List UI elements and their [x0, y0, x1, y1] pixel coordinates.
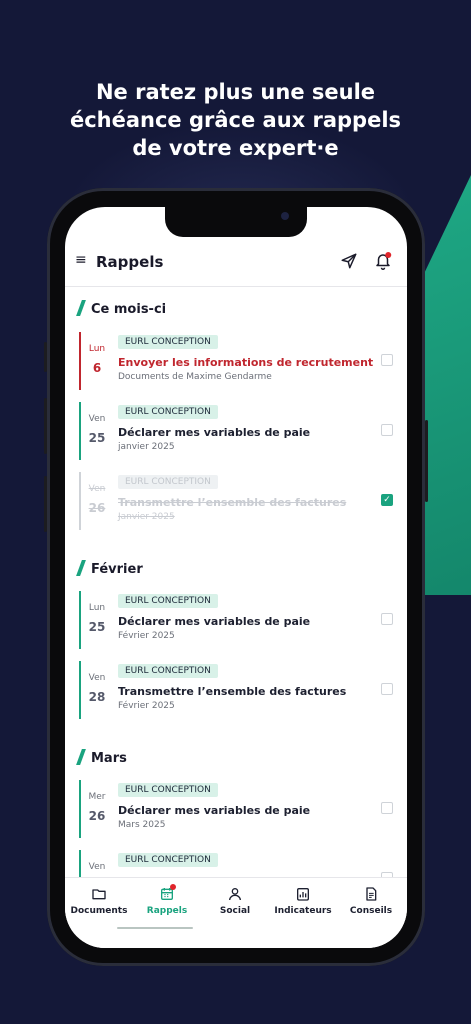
reminder-day: Ven: [88, 484, 106, 494]
reminder-date: 25: [88, 620, 106, 634]
headline-line-1: Ne ratez plus une seule: [95, 80, 376, 104]
phone-mute-button: [44, 342, 47, 372]
tab-indicateurs[interactable]: Indicateurs: [269, 886, 337, 916]
reminder-checkbox[interactable]: [381, 424, 393, 436]
company-badge: EURL CONCEPTION: [118, 853, 218, 867]
company-badge: EURL CONCEPTION: [118, 783, 218, 797]
reminder-subtitle: Janvier 2025: [118, 512, 175, 522]
reminder-checkbox[interactable]: [381, 613, 393, 625]
bottom-tab-bar: Documents Rappels Social Indicateurs Con…: [65, 877, 407, 948]
reminder-day: Lun: [88, 603, 106, 613]
app-bar: ≡ Rappels: [65, 243, 407, 287]
reminder-item[interactable]: Mer 26 EURL CONCEPTION Déclarer mes vari…: [79, 780, 401, 838]
reminder-title: Envoyer les informations de recrutement: [118, 356, 374, 369]
section-title-this-month: Ce mois-ci: [76, 300, 166, 317]
section-slash-icon: [76, 300, 86, 316]
notification-dot: [385, 252, 392, 258]
reminder-title: Déclarer mes variables de paie: [118, 615, 311, 628]
headline-line-2: échéance grâce aux rappels: [69, 108, 402, 132]
phone-notch: [165, 207, 307, 237]
reminder-day: Lun: [88, 344, 106, 354]
tab-documents[interactable]: Documents: [65, 886, 133, 916]
headline-line-3: de votre expert·e: [132, 136, 339, 160]
company-badge: EURL CONCEPTION: [118, 664, 218, 678]
promo-headline: Ne ratez plus une seule échéance grâce a…: [0, 78, 471, 162]
reminder-subtitle: Février 2025: [118, 631, 175, 641]
indicator-bar: [79, 402, 81, 460]
phone-volume-down-button: [44, 476, 47, 532]
section-title-march: Mars: [76, 749, 127, 766]
reminder-item[interactable]: Ven 25 EURL CONCEPTION Déclarer mes vari…: [79, 402, 401, 460]
reminder-title: Transmettre l’ensemble des factures: [118, 685, 347, 698]
reminder-subtitle: Février 2025: [118, 701, 175, 711]
reminder-day: Ven: [88, 414, 106, 424]
reminder-date: 26: [88, 501, 106, 515]
reminder-checkbox-checked[interactable]: ✓: [381, 494, 393, 506]
document-icon: [366, 887, 377, 901]
reminder-item[interactable]: Ven 26 EURL CONCEPTION Transmettre l’ens…: [79, 472, 401, 530]
reminder-date: 28: [88, 690, 106, 704]
company-badge: EURL CONCEPTION: [118, 475, 218, 489]
tab-label: Indicateurs: [274, 906, 332, 916]
reminder-checkbox[interactable]: [381, 683, 393, 695]
tab-label: Conseils: [349, 906, 393, 916]
reminder-item[interactable]: Lun 6 EURL CONCEPTION Envoyer les inform…: [79, 332, 401, 390]
section-slash-icon: [76, 749, 86, 765]
phone-volume-up-button: [44, 398, 47, 454]
indicator-bar: [79, 661, 81, 719]
bell-icon[interactable]: [374, 251, 392, 271]
reminder-date: 26: [88, 809, 106, 823]
camera-icon: [281, 212, 289, 220]
indicator-bar: [79, 472, 81, 530]
tab-social[interactable]: Social: [201, 886, 269, 916]
reminder-item[interactable]: Ven 28 EURL CONCEPTION Transmettre l’ens…: [79, 661, 401, 719]
reminder-subtitle: janvier 2025: [118, 442, 175, 452]
page-title: Rappels: [96, 253, 164, 271]
indicator-bar: [79, 780, 81, 838]
reminder-checkbox[interactable]: [381, 354, 393, 366]
tab-label: Rappels: [146, 906, 188, 916]
section-title-february: Février: [76, 560, 143, 577]
company-badge: EURL CONCEPTION: [118, 405, 218, 419]
reminder-title: Déclarer mes variables de paie: [118, 426, 311, 439]
tab-label: Social: [219, 906, 251, 916]
section-slash-icon: [76, 560, 86, 576]
tab-conseils[interactable]: Conseils: [337, 886, 405, 916]
urgent-indicator-bar: [79, 332, 81, 390]
reminder-day: Ven: [88, 673, 106, 683]
company-badge: EURL CONCEPTION: [118, 335, 218, 349]
company-badge: EURL CONCEPTION: [118, 594, 218, 608]
reminder-subtitle: Mars 2025: [118, 820, 166, 830]
reminder-day: Mer: [88, 792, 106, 802]
reminder-title: Déclarer mes variables de paie: [118, 804, 311, 817]
tab-rappels[interactable]: Rappels: [133, 884, 201, 916]
reminder-day: Ven: [88, 862, 106, 872]
tab-label: Documents: [70, 906, 128, 916]
reminder-title: Transmettre l’ensemble des factures: [118, 496, 347, 509]
active-tab-indicator: [117, 927, 193, 929]
phone-power-button: [425, 420, 428, 502]
reminders-list[interactable]: Ce mois-ci Lun 6 EURL CONCEPTION Envoyer…: [65, 287, 407, 908]
phone-screen: ≡ Rappels Ce mois-ci Lun 6 EURL CONCEPTI…: [65, 207, 407, 948]
indicator-bar: [79, 591, 81, 649]
reminder-item[interactable]: Lun 25 EURL CONCEPTION Déclarer mes vari…: [79, 591, 401, 649]
chart-icon: [297, 888, 309, 901]
send-icon[interactable]: [340, 252, 358, 270]
reminder-date: 25: [88, 431, 106, 445]
notification-dot: [170, 884, 176, 890]
person-icon: [229, 888, 241, 901]
menu-icon[interactable]: ≡: [75, 253, 87, 267]
reminder-checkbox[interactable]: [381, 802, 393, 814]
reminder-date: 6: [92, 361, 102, 375]
folder-icon: [92, 889, 106, 900]
reminder-subtitle: Documents de Maxime Gendarme: [118, 372, 272, 382]
